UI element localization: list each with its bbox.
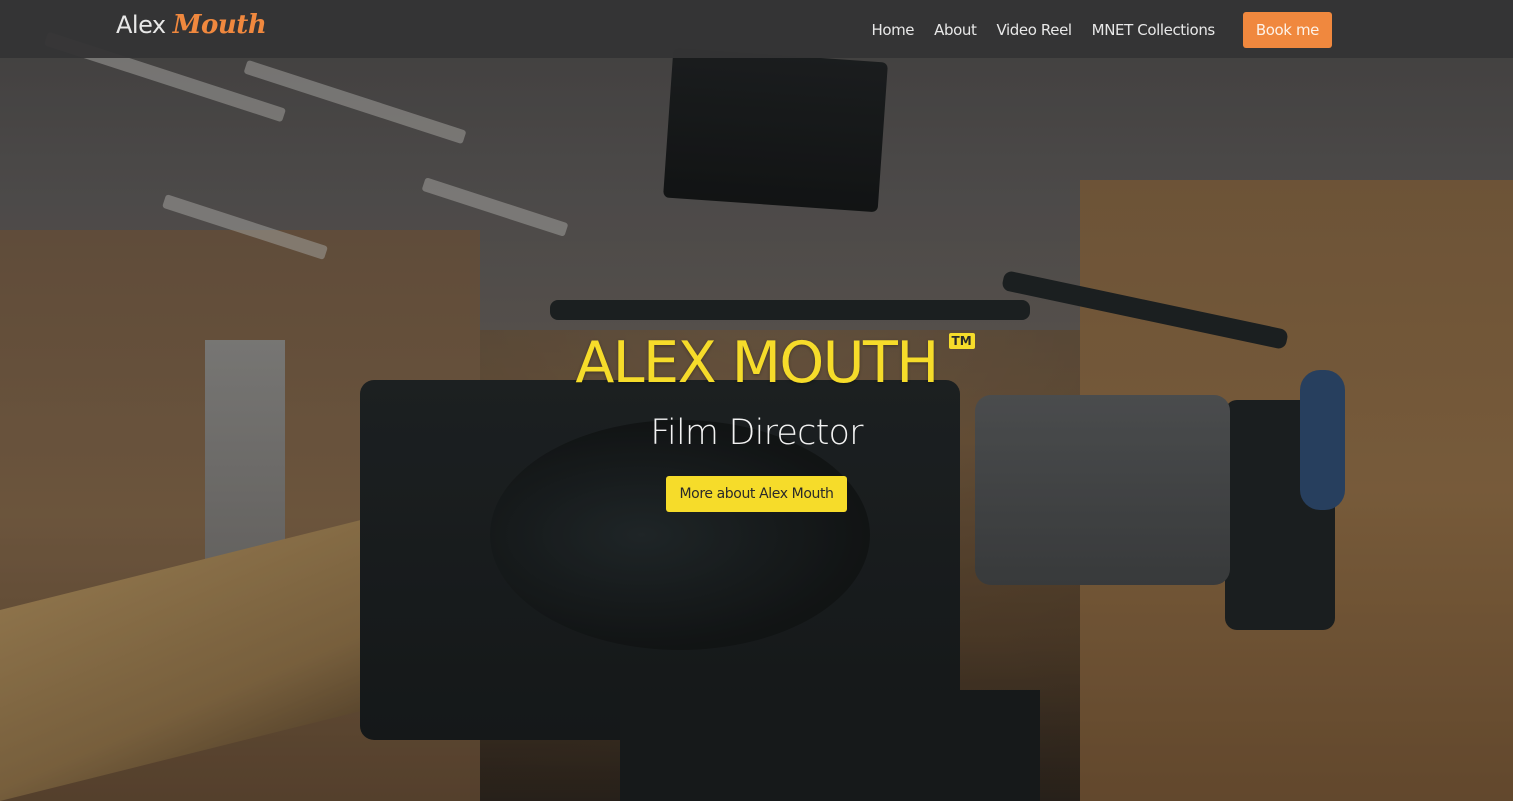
brand-logo[interactable]: Alex Mouth xyxy=(116,10,267,40)
nav-link-about[interactable]: About xyxy=(924,21,986,39)
book-me-button[interactable]: Book me xyxy=(1242,11,1332,48)
nav-link-mnet-collections[interactable]: MNET Collections xyxy=(1082,21,1225,39)
brand-last-name: Mouth xyxy=(172,10,267,40)
hero-section: Alex Mouth Home About Video Reel MNET Co… xyxy=(0,0,1513,801)
hero-content: ALEX MOUTH TM Film Director More about A… xyxy=(0,328,1513,512)
brand-first-name: Alex xyxy=(116,11,166,39)
hero-title: ALEX MOUTH xyxy=(575,330,939,396)
hero-title-wrap: ALEX MOUTH TM xyxy=(575,328,975,398)
hero-subtitle: Film Director xyxy=(650,413,863,453)
more-about-button[interactable]: More about Alex Mouth xyxy=(666,476,847,512)
nav-link-home[interactable]: Home xyxy=(861,21,924,39)
navbar: Alex Mouth Home About Video Reel MNET Co… xyxy=(0,0,1513,58)
nav-links: Home About Video Reel MNET Collections B… xyxy=(861,11,1332,48)
trademark-badge: TM xyxy=(948,333,975,349)
nav-link-video-reel[interactable]: Video Reel xyxy=(987,21,1082,39)
